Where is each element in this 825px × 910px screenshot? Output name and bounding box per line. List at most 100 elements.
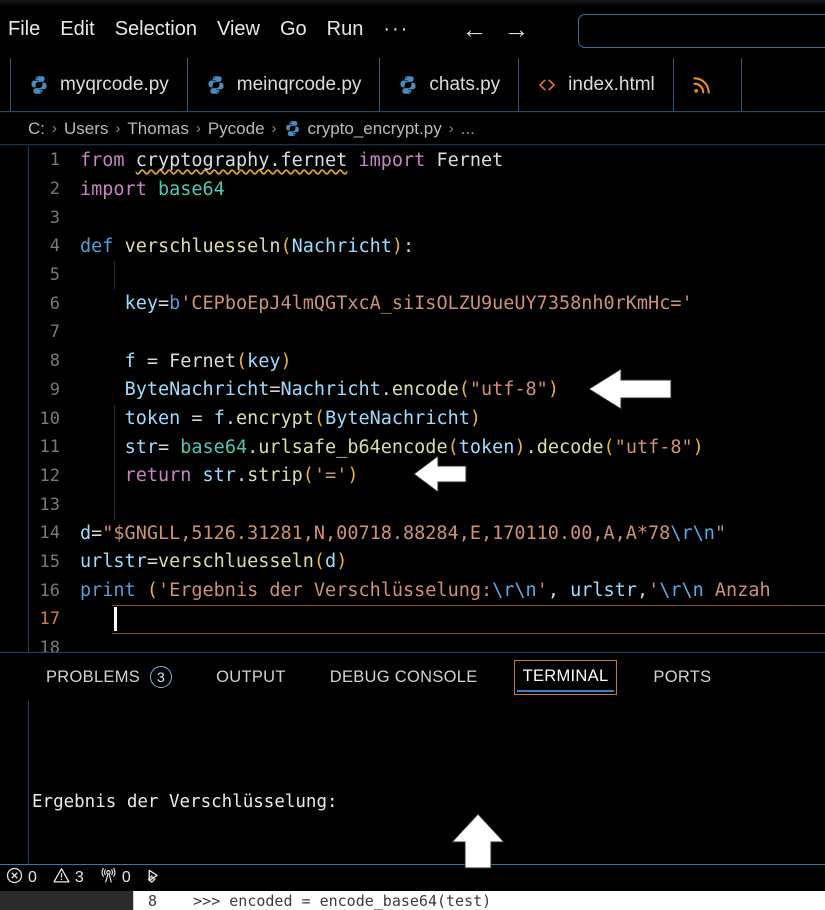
code-line: 4 def verschluesseln(Nachricht): [0, 232, 825, 261]
status-bar: 0 3 0 [0, 864, 825, 891]
panel-tab-label: PROBLEMS [46, 667, 141, 686]
code-line: 16 print ('Ergebnis der Verschlüsselung:… [0, 576, 825, 605]
breadcrumb-filename[interactable]: crypto_encrypt.py [308, 119, 442, 139]
code-content: urlstr=verschluesseln(d) [80, 551, 348, 573]
line-number: 9 [49, 379, 60, 400]
panel-tab-problems[interactable]: PROBLEMS 3 [38, 662, 180, 692]
editor-tab-label: meinqrcode.py [236, 74, 362, 95]
code-line: 18 [0, 634, 825, 652]
code-line: 7 [0, 318, 825, 347]
breadcrumb-more[interactable]: ... [461, 119, 475, 139]
menu-selection[interactable]: Selection [115, 19, 197, 39]
code-content: d="$GNGLL,5126.31281,N,00718.88284,E,170… [80, 522, 727, 544]
code-line: 6 key=b'CEPboEpJ4lmQGTxcA_siIsOLZU9ueUY7… [0, 289, 825, 318]
background-window-divider [133, 891, 134, 910]
python-icon [206, 75, 226, 95]
line-number: 10 [39, 408, 60, 429]
editor-tab-chats[interactable]: chats.py [380, 58, 520, 111]
python-icon [284, 120, 301, 137]
line-number: 3 [49, 207, 60, 228]
line-number: 18 [39, 638, 60, 652]
menu-edit[interactable]: Edit [60, 19, 94, 39]
line-number: 17 [39, 609, 60, 630]
code-content: print ('Ergebnis der Verschlüsselung:\r\… [80, 580, 771, 602]
code-content: ByteNachricht=Nachricht.encode("utf-8") [124, 379, 559, 401]
panel-tab-label: DEBUG CONSOLE [329, 667, 478, 686]
panel-tab-terminal[interactable]: TERMINAL [513, 659, 618, 695]
code-line: 2 import base64 [0, 175, 825, 204]
panel-tab-output[interactable]: OUTPUT [208, 664, 294, 691]
chevron-right-icon: › [448, 120, 454, 137]
background-window-text: 8 >>> encoded = encode_base64(test) [148, 892, 491, 910]
background-window-strip[interactable]: 8 >>> encoded = encode_base64(test) [0, 891, 825, 910]
background-line-code: >>> encoded = encode_base64(test) [193, 892, 492, 910]
python-icon [29, 75, 49, 95]
status-errors[interactable]: 0 [6, 867, 37, 889]
arrow-right-icon[interactable]: → [503, 16, 529, 42]
html-icon [537, 75, 557, 95]
code-content: import base64 [80, 178, 225, 200]
chevron-right-icon: › [271, 120, 277, 137]
line-number: 13 [39, 494, 60, 515]
code-content: token = f.encrypt(ByteNachricht) [124, 408, 482, 430]
code-line: 13 [0, 490, 825, 519]
code-content: key=b'CEPboEpJ4lmQGTxcA_siIsOLZU9ueUY735… [124, 293, 693, 315]
line-number: 5 [49, 265, 60, 286]
code-line-current: 17 [0, 605, 825, 634]
code-line: 14 d="$GNGLL,5126.31281,N,00718.88284,E,… [0, 519, 825, 548]
text-caret [114, 607, 117, 631]
background-window-sidebar [0, 891, 133, 910]
menu-overflow-icon[interactable]: ··· [383, 19, 409, 39]
menu-go[interactable]: Go [280, 19, 307, 39]
debug-alt-icon [147, 867, 165, 890]
panel-tab-label: TERMINAL [522, 666, 609, 685]
panel-tab-label: OUTPUT [216, 667, 286, 686]
editor-tab-overflow[interactable] [674, 58, 742, 111]
python-icon [398, 75, 418, 95]
editor-tab-label: chats.py [429, 74, 501, 95]
menu-view[interactable]: View [217, 19, 260, 39]
code-content: str= base64.urlsafe_b64encode(token).dec… [124, 436, 704, 458]
code-line: 8 f = Fernet(key) [0, 347, 825, 376]
warning-triangle-icon [53, 867, 70, 889]
editor-tab-meinqrcode[interactable]: meinqrcode.py [188, 58, 381, 111]
line-number: 2 [49, 179, 60, 200]
breadcrumb-pycode[interactable]: Pycode [208, 119, 265, 139]
search-input[interactable] [578, 14, 825, 48]
chevron-right-icon: › [115, 120, 121, 137]
breadcrumb-users[interactable]: Users [64, 119, 108, 139]
line-number: 16 [39, 580, 60, 601]
status-warnings[interactable]: 3 [53, 867, 84, 889]
line-number: 7 [49, 322, 60, 343]
code-line: 9 ByteNachricht=Nachricht.encode("utf-8"… [0, 376, 825, 405]
line-number: 14 [39, 523, 60, 544]
error-circle-icon [6, 867, 23, 889]
breadcrumb-drive[interactable]: C: [28, 119, 45, 139]
navigation-arrows: ← → [461, 16, 529, 42]
editor-tab-myqrcode[interactable]: myqrcode.py [10, 58, 188, 111]
status-ports[interactable]: 0 [100, 867, 131, 889]
line-number: 11 [39, 437, 60, 458]
menu-file[interactable]: File [8, 19, 40, 39]
code-line: 11 str= base64.urlsafe_b64encode(token).… [0, 433, 825, 462]
panel-tab-bar: PROBLEMS 3 OUTPUT DEBUG CONSOLE TERMINAL… [0, 653, 825, 701]
ports-count: 0 [121, 869, 131, 886]
line-number: 6 [49, 293, 60, 314]
status-debug[interactable] [147, 867, 165, 890]
line-number: 8 [49, 351, 60, 372]
code-editor[interactable]: 1 from cryptography.fernet import Fernet… [0, 146, 825, 652]
code-line: 10 token = f.encrypt(ByteNachricht) [0, 404, 825, 433]
menu-run[interactable]: Run [327, 19, 364, 39]
breadcrumb: C: › Users › Thomas › Pycode › crypto_en… [0, 113, 825, 145]
warning-count: 3 [74, 869, 84, 886]
panel-tab-ports[interactable]: PORTS [645, 664, 719, 691]
panel-tab-debug-console[interactable]: DEBUG CONSOLE [322, 664, 486, 691]
editor-tab-index-html[interactable]: index.html [519, 58, 674, 111]
breadcrumb-thomas[interactable]: Thomas [127, 119, 188, 139]
problems-count-badge: 3 [150, 666, 173, 688]
arrow-left-icon[interactable]: ← [461, 16, 487, 42]
title-menu-bar: File Edit Selection View Go Run ··· ← → [0, 0, 825, 58]
main-menu: File Edit Selection View Go Run ··· ← → [0, 0, 529, 58]
line-number: 1 [49, 150, 60, 171]
code-line: 12 return str.strip('=') [0, 462, 825, 491]
